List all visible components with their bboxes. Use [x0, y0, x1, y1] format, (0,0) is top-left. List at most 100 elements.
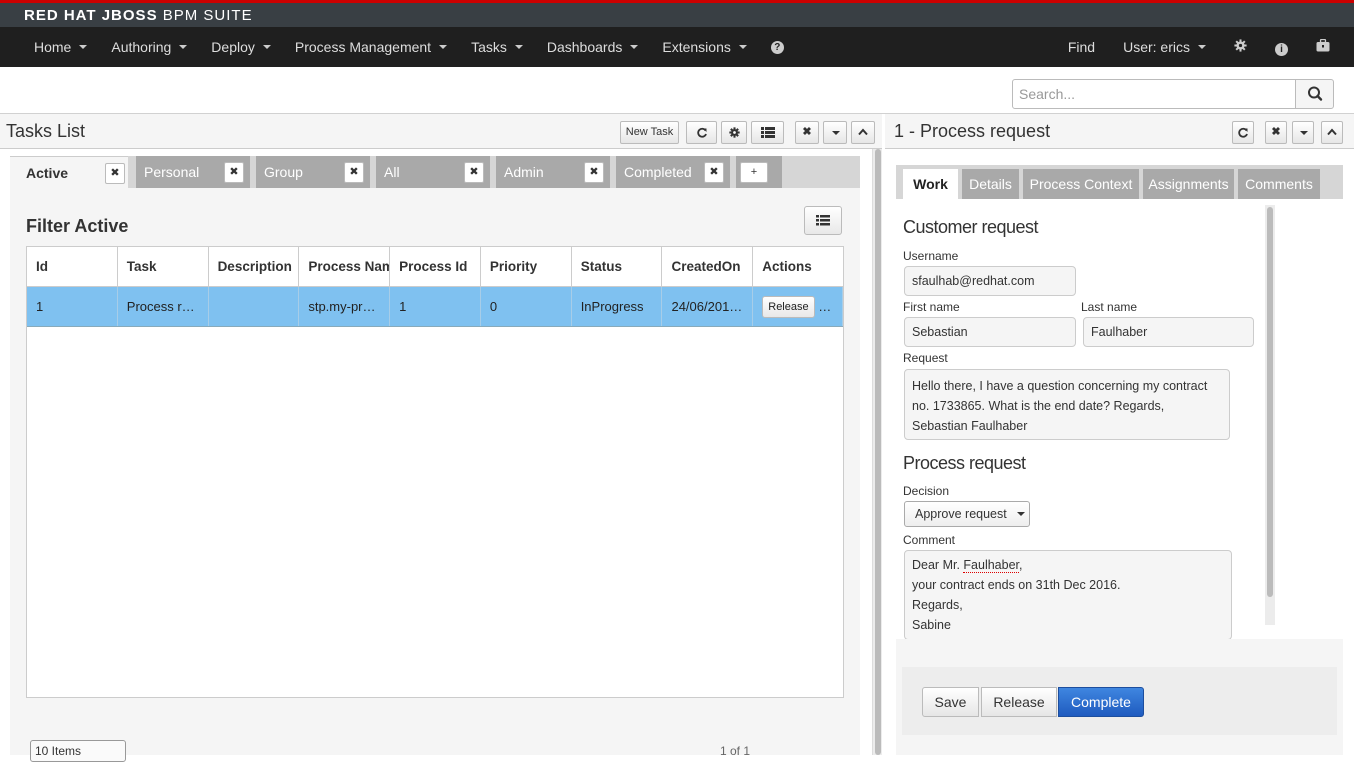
request-label: Request: [903, 351, 948, 365]
column-header[interactable]: Process Id: [390, 247, 481, 286]
chevron-up-icon: [858, 128, 868, 136]
close-icon[interactable]: ✖: [224, 162, 244, 183]
help-button[interactable]: ?: [759, 27, 796, 67]
chevron-down-icon: [738, 45, 747, 49]
cell-description: [209, 287, 300, 326]
username-label: Username: [903, 249, 959, 263]
nav-tasks[interactable]: Tasks: [459, 27, 535, 67]
briefcase-icon: [1316, 38, 1330, 52]
more-actions[interactable]: …: [818, 299, 831, 314]
refresh-icon: [1238, 127, 1248, 138]
tab-completed[interactable]: Completed ✖: [616, 156, 730, 188]
column-header[interactable]: Process Nam: [299, 247, 391, 286]
list-view-button[interactable]: [751, 121, 784, 144]
info-button[interactable]: i: [1275, 39, 1288, 56]
tab-personal[interactable]: Personal ✖: [136, 156, 250, 188]
user-menu[interactable]: User: erics: [1123, 39, 1206, 55]
comment-textarea[interactable]: Dear Mr. Faulhaber, your contract ends o…: [904, 550, 1232, 639]
cell-priority: 0: [481, 287, 572, 326]
info-icon: i: [1275, 42, 1288, 56]
column-header[interactable]: Task: [118, 247, 209, 286]
close-icon[interactable]: ✖: [105, 163, 125, 184]
column-picker-button[interactable]: [804, 206, 842, 235]
refresh-button[interactable]: [686, 121, 717, 144]
firstname-label: First name: [903, 300, 960, 314]
collapse-menu-button[interactable]: [1292, 121, 1314, 144]
close-icon[interactable]: ✖: [464, 162, 484, 183]
column-header[interactable]: Priority: [481, 247, 572, 286]
cell-created-on: 24/06/201…: [662, 287, 754, 326]
task-form: Customer request Username sfaulhab@redha…: [896, 199, 1343, 639]
tab-assignments[interactable]: Assignments: [1143, 169, 1234, 199]
page-size-select[interactable]: 10 Items: [30, 740, 126, 762]
tab-content: Filter Active Id Task Description Proces…: [10, 188, 860, 755]
lastname-field[interactable]: Faulhaber: [1083, 317, 1254, 347]
chevron-down-icon: [832, 131, 840, 135]
new-task-button[interactable]: New Task: [620, 121, 679, 144]
chevron-down-icon: [514, 45, 523, 49]
collapse-menu-button[interactable]: [823, 121, 847, 144]
search-input[interactable]: [1012, 79, 1296, 109]
tab-all[interactable]: All ✖: [376, 156, 490, 188]
find-link[interactable]: Find: [1068, 39, 1095, 55]
add-tab-button[interactable]: +: [736, 156, 782, 188]
pager-status: 1 of 1: [720, 744, 751, 758]
details-tabs: Work Details Process Context Assignments…: [896, 165, 1343, 199]
tab-details[interactable]: Details: [962, 169, 1019, 199]
release-task-button[interactable]: Release: [762, 295, 815, 318]
tab-active[interactable]: Active ✖: [10, 156, 128, 188]
briefcase-button[interactable]: [1316, 38, 1330, 55]
decision-select[interactable]: Approve request: [904, 501, 1030, 527]
chevron-down-icon: [262, 45, 271, 49]
nav-authoring[interactable]: Authoring: [99, 27, 199, 67]
refresh-button[interactable]: [1232, 121, 1254, 144]
tab-admin[interactable]: Admin ✖: [496, 156, 610, 188]
close-panel-button[interactable]: ✖: [795, 121, 819, 144]
table-row[interactable]: 1 Process r… stp.my-pr… 1 0 InProgress 2…: [27, 287, 844, 327]
maximize-panel-button[interactable]: [1321, 121, 1343, 144]
column-header[interactable]: CreatedOn: [662, 247, 754, 286]
column-header: Actions: [762, 259, 812, 274]
tab-comments[interactable]: Comments: [1238, 169, 1320, 199]
nav-deploy[interactable]: Deploy: [199, 27, 283, 67]
scrollbar[interactable]: [872, 149, 882, 755]
chevron-down-icon: [79, 45, 88, 49]
tab-group[interactable]: Group ✖: [256, 156, 370, 188]
chevron-down-icon: [179, 45, 188, 49]
search-button[interactable]: [1295, 79, 1334, 109]
main-navbar: Home Authoring Deploy Process Management…: [0, 27, 1354, 67]
nav-dashboards[interactable]: Dashboards: [535, 27, 651, 67]
scrollbar[interactable]: [1265, 205, 1275, 625]
nav-home[interactable]: Home: [22, 27, 99, 67]
chevron-down-icon: [630, 45, 639, 49]
nav-extensions[interactable]: Extensions: [650, 27, 758, 67]
brand-bar: RED HAT JBOSS BPM SUITE: [0, 3, 1354, 27]
username-field[interactable]: sfaulhab@redhat.com: [904, 266, 1076, 296]
cell-actions: Release …: [753, 287, 844, 326]
list-icon: [760, 127, 775, 138]
table-empty-area: [27, 327, 843, 697]
search-row: [0, 67, 1354, 114]
close-icon[interactable]: ✖: [704, 162, 724, 183]
task-details-panel: 1 - Process request ✖ Work Details Proce…: [885, 114, 1354, 755]
request-textarea[interactable]: Hello there, I have a question concernin…: [904, 369, 1230, 440]
maximize-panel-button[interactable]: [851, 121, 875, 144]
tab-process-context[interactable]: Process Context: [1023, 169, 1139, 199]
cell-id: 1: [27, 287, 118, 326]
column-header[interactable]: Description: [209, 247, 300, 286]
tab-work[interactable]: Work: [903, 169, 958, 199]
close-panel-button[interactable]: ✖: [1265, 121, 1287, 144]
nav-process-management[interactable]: Process Management: [283, 27, 459, 67]
column-header[interactable]: Id: [27, 247, 118, 286]
close-icon: ✖: [1271, 126, 1281, 138]
close-icon[interactable]: ✖: [584, 162, 604, 183]
close-icon[interactable]: ✖: [344, 162, 364, 183]
save-button[interactable]: Save: [922, 687, 979, 717]
column-header[interactable]: Status: [572, 247, 663, 286]
complete-button[interactable]: Complete: [1058, 687, 1144, 717]
release-button[interactable]: Release: [981, 687, 1057, 717]
chevron-up-icon: [1327, 128, 1337, 136]
settings-button[interactable]: [721, 121, 747, 144]
firstname-field[interactable]: Sebastian: [904, 317, 1076, 347]
settings-button[interactable]: [1234, 39, 1247, 55]
